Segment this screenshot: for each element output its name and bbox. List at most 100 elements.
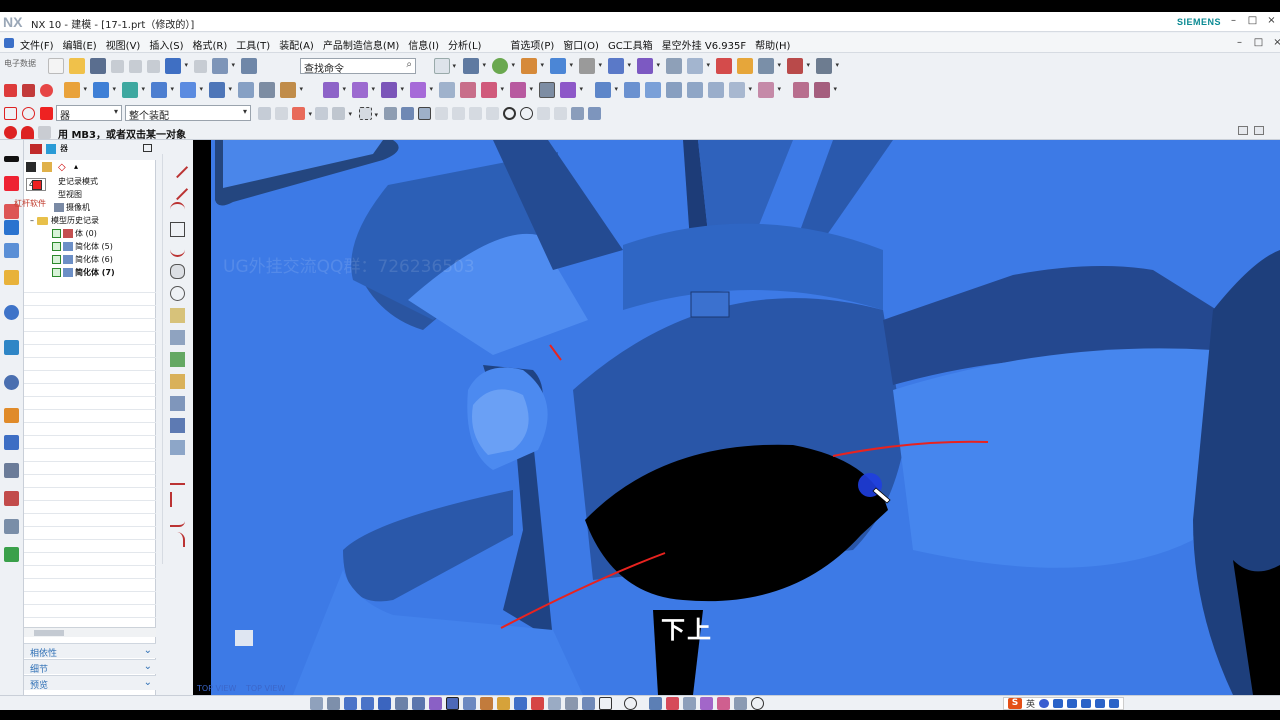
layer-bottom-icon[interactable] [565, 697, 578, 710]
ellipse-icon[interactable] [22, 107, 35, 120]
window-icon[interactable] [212, 58, 235, 74]
info-icon[interactable] [683, 697, 696, 710]
lasso-select-icon[interactable] [624, 697, 637, 710]
cut-icon[interactable] [111, 60, 124, 73]
sketch-icon[interactable] [64, 82, 87, 98]
wcs-icon[interactable] [666, 58, 682, 74]
menu-assembly[interactable]: 装配(A) [279, 37, 314, 52]
offset-icon[interactable] [170, 352, 185, 367]
save-icon[interactable] [90, 58, 106, 74]
menu-format[interactable]: 格式(R) [193, 37, 228, 52]
measure-icon[interactable] [716, 58, 732, 74]
graphics-viewport[interactable]: UG外挂交流QQ群：726236503 下上 TOP VIEW TOP VIEW [193, 140, 1280, 695]
history-icon[interactable] [539, 82, 555, 98]
snap-intersect-icon[interactable] [486, 107, 499, 120]
menu-plugin[interactable]: 星空外挂 V6.935F [662, 37, 746, 52]
color-swatch[interactable] [32, 180, 42, 190]
clock-icon[interactable] [4, 375, 19, 390]
punctuation-icon[interactable] [1053, 699, 1064, 708]
datum-icon[interactable] [787, 58, 810, 74]
ruled-icon[interactable] [666, 82, 682, 98]
shape-icon[interactable] [793, 82, 809, 98]
nav-save-icon[interactable] [26, 162, 36, 172]
text-tool-icon[interactable] [21, 126, 34, 139]
material-icon[interactable] [700, 697, 713, 710]
nav-shape-icon[interactable]: ◇ [58, 162, 68, 173]
project-icon[interactable] [170, 374, 185, 389]
intersect-icon[interactable] [381, 82, 404, 98]
upload-icon[interactable] [1095, 699, 1106, 708]
wcs-bottom-icon[interactable] [514, 697, 527, 710]
doc-minimize-button[interactable]: – [1234, 37, 1245, 48]
touch-mode-icon[interactable] [241, 58, 257, 74]
save-red-icon[interactable] [4, 176, 19, 191]
visibility-checkbox[interactable] [52, 268, 61, 277]
menu-help[interactable]: 帮助(H) [755, 37, 790, 52]
visibility-checkbox[interactable] [52, 229, 61, 238]
studio-surface-icon[interactable] [687, 82, 703, 98]
visibility-checkbox[interactable] [52, 255, 61, 264]
move-icon[interactable] [758, 58, 781, 74]
history-navigator-icon[interactable] [4, 340, 19, 355]
circle-icon[interactable] [170, 286, 185, 301]
snap-center-icon[interactable] [503, 107, 516, 120]
nav-open-icon[interactable] [42, 162, 52, 172]
menu-gc-toolbox[interactable]: GC工具箱 [608, 37, 653, 52]
render-style-icon[interactable] [429, 697, 442, 710]
search-icon[interactable]: ⌕ [406, 59, 412, 70]
plugin-icon[interactable] [737, 58, 753, 74]
patch-icon[interactable] [758, 82, 781, 98]
skin-icon[interactable] [1081, 699, 1092, 708]
unite-icon[interactable] [323, 82, 346, 98]
color-icon[interactable] [531, 697, 544, 710]
shaded-icon[interactable] [492, 58, 515, 74]
palette-icon[interactable] [4, 408, 19, 423]
redo-icon[interactable] [194, 60, 207, 73]
bounded-plane-icon[interactable] [708, 82, 724, 98]
restore-icon[interactable] [395, 697, 408, 710]
spline-icon[interactable] [170, 242, 185, 257]
edit-section-icon[interactable] [521, 58, 544, 74]
snap-body-icon[interactable] [588, 107, 601, 120]
menu-pmi[interactable]: 产品制造信息(M) [323, 37, 399, 52]
snap-face-icon[interactable] [571, 107, 584, 120]
menu-preferences[interactable]: 首选项(P) [510, 37, 554, 52]
analysis-icon[interactable] [687, 58, 710, 74]
boss-icon[interactable] [180, 82, 203, 98]
synchronous-icon[interactable] [510, 82, 533, 98]
keyboard-icon[interactable] [1067, 699, 1078, 708]
maximize-button[interactable]: □ [1247, 15, 1258, 26]
trim-body-icon[interactable] [410, 82, 433, 98]
corner-icon[interactable] [170, 512, 185, 527]
open-folder-icon[interactable] [69, 58, 85, 74]
refresh-icon[interactable] [412, 697, 425, 710]
snap-line-icon[interactable] [452, 107, 465, 120]
subtract-icon[interactable] [352, 82, 375, 98]
menu-file[interactable]: 文件(F) [20, 37, 54, 52]
snap-curve-icon[interactable] [469, 107, 482, 120]
web-browser-icon[interactable] [4, 305, 19, 320]
visibility-checkbox[interactable] [52, 242, 61, 251]
chamfer-icon[interactable] [170, 330, 185, 345]
rectangle-sketch-icon[interactable] [170, 222, 185, 237]
surface-icon[interactable] [595, 82, 618, 98]
swept-icon[interactable] [645, 82, 661, 98]
rect-select-icon[interactable] [599, 697, 612, 710]
pencil-icon[interactable] [497, 697, 510, 710]
replace-face-icon[interactable] [460, 82, 476, 98]
font-size-icon[interactable] [38, 126, 51, 139]
sew-icon[interactable] [729, 82, 752, 98]
scroll-thumb[interactable] [34, 630, 64, 636]
assembly-navigator-icon[interactable] [4, 243, 19, 258]
perspective-icon[interactable] [378, 697, 391, 710]
dependencies-panel[interactable]: 相依性 ⌄ [24, 643, 156, 659]
black-pen-icon[interactable] [4, 156, 19, 162]
navigator-row[interactable]: – 模型历史记录 [30, 215, 162, 228]
reuse-library-icon[interactable] [4, 270, 19, 285]
doc-restore-button[interactable]: □ [1253, 37, 1264, 48]
model-render[interactable] [193, 140, 1280, 695]
menu-edit[interactable]: 编辑(E) [63, 37, 97, 52]
filter-reset-icon[interactable] [258, 107, 271, 120]
command-finder-input[interactable]: 查找命令 ⌕ [300, 58, 416, 75]
snap-end-icon[interactable] [418, 107, 431, 120]
